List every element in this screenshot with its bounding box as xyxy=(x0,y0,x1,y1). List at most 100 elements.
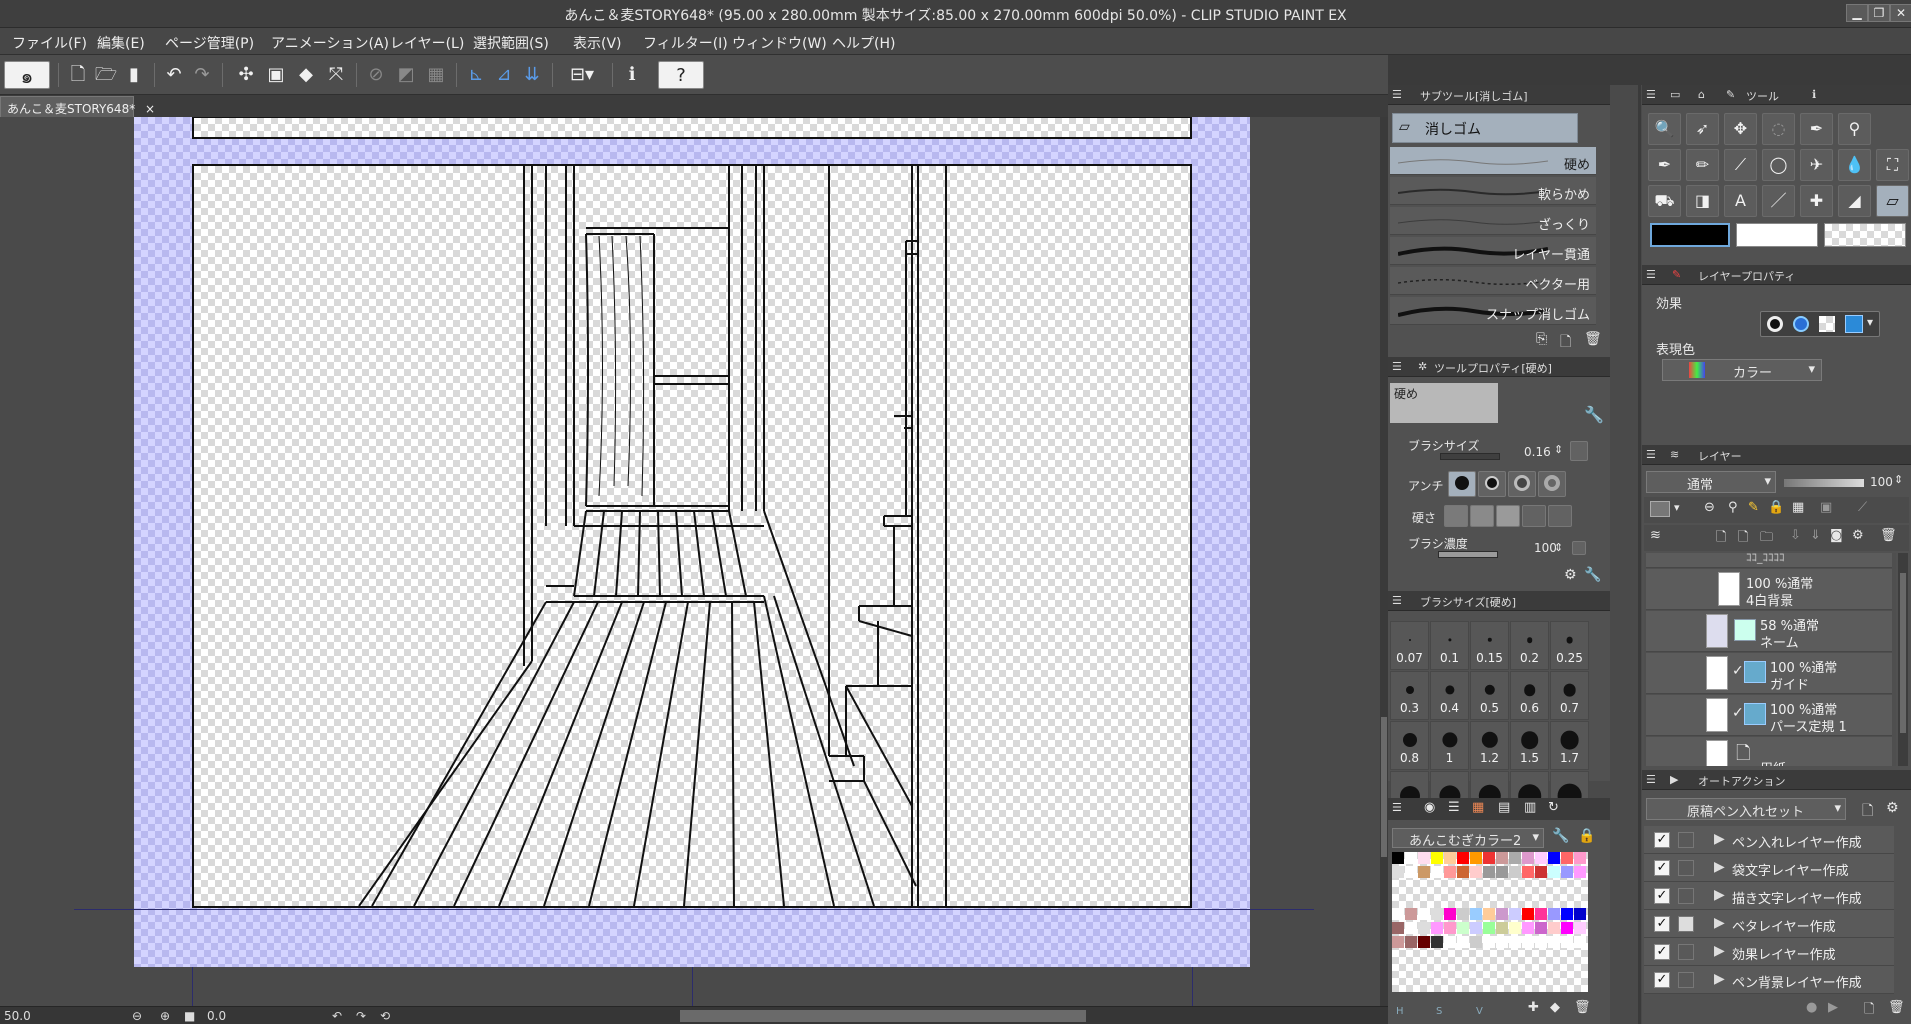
color-swatch[interactable] xyxy=(1457,908,1469,920)
color-swatch[interactable] xyxy=(1444,936,1456,948)
color-swatch[interactable] xyxy=(1444,852,1456,864)
new-raster-layer-icon[interactable]: 🗋 xyxy=(1716,528,1726,550)
color-swatch[interactable] xyxy=(1431,852,1443,864)
snap-special-ruler-icon[interactable]: ⊿ xyxy=(490,61,518,89)
menu-selection[interactable]: 選択範囲(S) xyxy=(473,33,549,53)
merge-down-icon[interactable]: ⇓ xyxy=(1810,528,1821,543)
zoom-out-icon[interactable]: ⊖ xyxy=(132,1009,142,1023)
minimize-button[interactable]: ▁ xyxy=(1846,4,1868,22)
brush-size-preset[interactable]: 0.7 xyxy=(1550,671,1589,720)
opacity-slider[interactable] xyxy=(1784,479,1864,487)
document-tab[interactable]: あんこ＆麦STORY648* × xyxy=(0,96,155,117)
replace-color-icon[interactable]: ◆ xyxy=(1550,1000,1560,1015)
color-swatch[interactable] xyxy=(1444,866,1456,878)
auto-action-item[interactable]: ✓ ▶ 効果レイヤー作成 xyxy=(1644,938,1894,966)
transform-icon[interactable]: ⤧ xyxy=(322,61,350,89)
lock-transparency-icon[interactable]: ▦ xyxy=(1792,500,1804,515)
panel-menu-icon[interactable]: ☰ xyxy=(1392,360,1402,373)
enable-checkbox[interactable]: ✓ xyxy=(1654,832,1670,848)
color-swatch[interactable] xyxy=(1470,922,1482,934)
navigator-tab-icon[interactable]: ▭ xyxy=(1670,88,1680,101)
color-swatch[interactable] xyxy=(1418,936,1430,948)
fill-tool-icon[interactable]: ⛟ xyxy=(1648,185,1681,217)
deselect-icon[interactable]: ⊘ xyxy=(362,61,390,89)
color-swatch[interactable] xyxy=(1509,866,1521,878)
brush-size-preset[interactable]: 0.2 xyxy=(1510,621,1549,670)
brush-size-preset[interactable]: 0.1 xyxy=(1430,621,1469,670)
wrench-icon[interactable]: 🔧 xyxy=(1584,405,1604,424)
auto-action-item[interactable]: ✓ ▶ ペン入れレイヤー作成 xyxy=(1644,826,1894,854)
expand-arrow-icon[interactable]: ▶ xyxy=(1714,887,1725,903)
color-swatch[interactable] xyxy=(1574,936,1586,948)
info-tab-icon[interactable]: ℹ xyxy=(1812,88,1816,101)
blend-tool-icon[interactable]: 💧 xyxy=(1838,149,1871,181)
blend-mode-dropdown[interactable]: 通常 ▾ xyxy=(1646,471,1776,493)
menu-page[interactable]: ページ管理(P) xyxy=(165,33,254,53)
redo-icon[interactable]: ↷ xyxy=(188,61,216,89)
brush-size-preset[interactable]: 1 xyxy=(1430,721,1469,770)
color-swatch[interactable] xyxy=(1457,866,1469,878)
color-swatch[interactable] xyxy=(1522,852,1534,864)
brush-size-preset[interactable]: 0.25 xyxy=(1550,621,1589,670)
clip-studio-icon[interactable]: ๑ xyxy=(4,61,50,89)
color-swatch[interactable] xyxy=(1483,922,1495,934)
figure-tool-icon[interactable]: ／ xyxy=(1762,185,1795,217)
border-effect-icon[interactable] xyxy=(1767,316,1783,332)
color-set-tab-icon[interactable]: ▦ xyxy=(1472,800,1484,815)
anti-alias-weak-button[interactable] xyxy=(1478,471,1506,497)
layer-list[interactable]: ｺｺ_ｺｺｺｺ 100 %通常 4白背景 58 %通常 ネーム ✓ 100 %通… xyxy=(1644,553,1896,766)
color-swatch[interactable] xyxy=(1548,908,1560,920)
pencil-tool-icon[interactable]: ✏ xyxy=(1686,149,1719,181)
intermediate-color-tab-icon[interactable]: ▤ xyxy=(1498,800,1510,815)
show-selection-icon[interactable]: ▦ xyxy=(422,61,450,89)
transparent-color-swatch[interactable] xyxy=(1824,223,1906,247)
color-swatch[interactable] xyxy=(1535,922,1547,934)
hardness-step[interactable] xyxy=(1548,505,1572,527)
color-swatch[interactable] xyxy=(1392,866,1404,878)
enable-checkbox[interactable]: ✓ xyxy=(1654,944,1670,960)
panel-menu-icon[interactable]: ☰ xyxy=(1646,448,1656,461)
color-swatch[interactable] xyxy=(1548,852,1560,864)
ruler-create-icon[interactable]: ⚙ xyxy=(1852,528,1864,543)
color-swatch[interactable] xyxy=(1392,908,1404,920)
auto-action-item[interactable]: ✓ ▶ ペン背景レイヤー作成 xyxy=(1644,966,1894,994)
color-swatch[interactable] xyxy=(1509,852,1521,864)
color-swatch-grid[interactable] xyxy=(1392,852,1588,992)
copy-subtool-icon[interactable]: ⎘ xyxy=(1536,331,1547,347)
draft-layer-icon[interactable]: ✎ xyxy=(1748,500,1759,515)
color-set-dropdown[interactable]: あんこむぎカラー2 ▾ xyxy=(1392,828,1544,849)
opacity-value[interactable]: 100 xyxy=(1870,475,1893,489)
rotate-right-icon[interactable]: ↷ xyxy=(356,1009,366,1023)
panel-menu-icon[interactable]: ☰ xyxy=(1646,773,1656,786)
zoom-value[interactable]: 50.0 xyxy=(4,1009,31,1023)
play-icon[interactable]: ▶ xyxy=(1828,1000,1838,1015)
color-swatch[interactable] xyxy=(1444,922,1456,934)
sub-color-swatch[interactable] xyxy=(1736,223,1818,247)
color-swatch[interactable] xyxy=(1444,908,1456,920)
wrench-icon[interactable]: 🔧 xyxy=(1552,828,1569,844)
snap-ruler-icon[interactable]: ⊾ xyxy=(462,61,490,89)
brush-size-slider[interactable] xyxy=(1440,453,1500,460)
brush-density-slider[interactable] xyxy=(1438,551,1498,558)
delete-color-icon[interactable]: 🗑 xyxy=(1574,1000,1591,1015)
density-toggle-icon[interactable] xyxy=(1572,541,1586,555)
brush-tool-icon[interactable]: ⟋ xyxy=(1724,149,1757,181)
tool-settings-icon[interactable]: 🔧 xyxy=(1584,567,1601,583)
main-color-swatch[interactable] xyxy=(1650,223,1730,247)
color-swatch[interactable] xyxy=(1535,908,1547,920)
color-swatch[interactable] xyxy=(1522,936,1534,948)
delete-layer-icon[interactable]: 🗑 xyxy=(1880,528,1897,543)
maximize-button[interactable]: ❐ xyxy=(1868,4,1890,22)
color-swatch[interactable] xyxy=(1405,936,1417,948)
gradient-tool-icon[interactable]: ◨ xyxy=(1686,185,1719,217)
layer-row[interactable]: 🗋 用紙 xyxy=(1646,737,1892,766)
color-swatch[interactable] xyxy=(1470,908,1482,920)
color-swatch[interactable] xyxy=(1431,866,1443,878)
subtool-item[interactable]: 硬め xyxy=(1390,147,1596,175)
color-swatch[interactable] xyxy=(1457,922,1469,934)
delete-subtool-icon[interactable]: 🗑 xyxy=(1584,331,1602,347)
layer-scrollbar[interactable] xyxy=(1898,553,1908,766)
color-slider-tab-icon[interactable]: ☰ xyxy=(1448,800,1460,815)
color-swatch[interactable] xyxy=(1522,908,1534,920)
angle-value[interactable]: 0.0 xyxy=(207,1009,226,1023)
